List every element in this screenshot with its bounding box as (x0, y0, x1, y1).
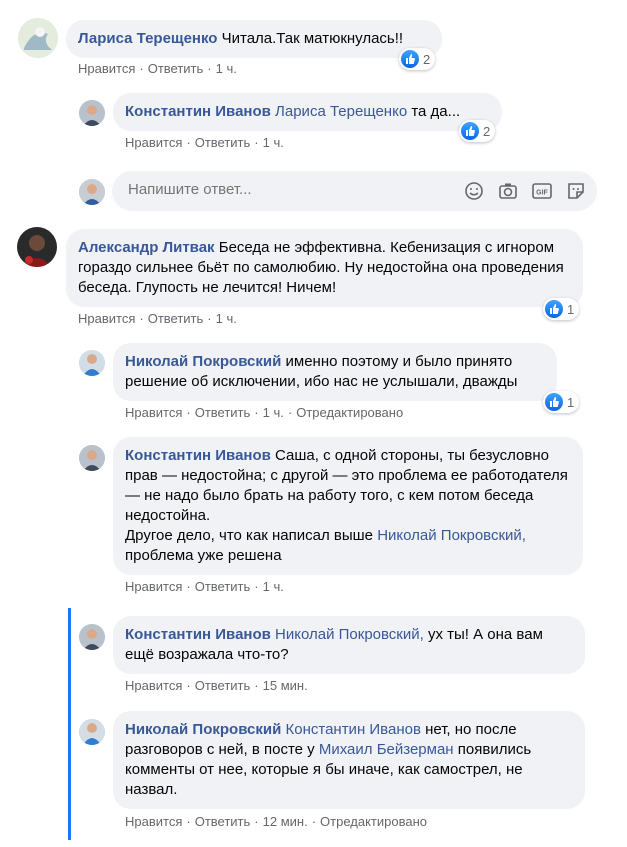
avatar[interactable] (79, 445, 105, 471)
gif-icon[interactable]: GIF (531, 180, 553, 202)
avatar[interactable] (79, 624, 105, 650)
edited-label[interactable]: Отредактировано (320, 814, 427, 829)
comment-text: Другое дело, что как написал выше (125, 527, 374, 544)
comment-bubble: Александр Литвак Беседа не эффективна. К… (66, 229, 583, 307)
timestamp[interactable]: 12 мин. (263, 814, 308, 829)
mention-link[interactable]: Николай Покровский, (275, 626, 424, 643)
like-icon (545, 393, 563, 411)
comment-meta: Нравится · Ответить · 1 ч. (78, 311, 237, 326)
reply-box: GIF (112, 171, 597, 211)
comment-meta: Нравится · Ответить · 1 ч. (125, 135, 284, 150)
reaction-number: 1 (567, 301, 575, 317)
timestamp[interactable]: 1 ч. (216, 311, 237, 326)
reply-link[interactable]: Ответить (195, 678, 251, 693)
comment-author[interactable]: Константин Иванов (125, 447, 271, 464)
comment-meta: Нравится · Ответить · 1 ч. · Отредактировано (125, 405, 404, 420)
comment-bubble: Константин Иванов Николай Покровский, ух… (113, 616, 585, 674)
comment-author[interactable]: Лариса Терещенко (78, 30, 217, 47)
comment-bubble: Николай Покровский Константин Иванов нет… (113, 711, 585, 809)
comment-bubble: Лариса Терещенко Читала.Так матюкнулась!… (66, 20, 442, 58)
timestamp[interactable]: 1 ч. (263, 135, 284, 150)
comment-author[interactable]: Александр Литвак (78, 239, 215, 256)
comment-author[interactable]: Константин Иванов (125, 626, 271, 643)
camera-icon[interactable] (497, 180, 519, 202)
reply-toolbar: GIF (463, 180, 587, 202)
reply-link[interactable]: Ответить (195, 579, 251, 594)
reaction-number: 2 (483, 123, 491, 139)
like-icon (545, 300, 563, 318)
like-link[interactable]: Нравится (125, 135, 182, 150)
comment-meta: Нравится · Ответить · 12 мин. · Отредактирован… (125, 814, 428, 829)
comment-bubble: Константин Иванов Саша, с одной стороны,… (113, 437, 583, 575)
comment-text: Читала.Так матюкнулась!! (221, 30, 404, 47)
avatar (79, 179, 105, 205)
svg-text:GIF: GIF (536, 190, 548, 197)
like-link[interactable]: Нравится (78, 311, 135, 326)
like-link[interactable]: Нравится (125, 579, 182, 594)
reply-link[interactable]: Ответить (195, 135, 251, 150)
reply-link[interactable]: Ответить (148, 311, 204, 326)
avatar[interactable] (18, 18, 58, 58)
comment-meta: Нравится · Ответить · 15 мин. (125, 678, 308, 693)
avatar[interactable] (79, 350, 105, 376)
reaction-count[interactable]: 2 (399, 48, 436, 70)
timestamp[interactable]: 15 мин. (263, 678, 308, 693)
reaction-number: 2 (423, 51, 431, 67)
reaction-count[interactable]: 1 (543, 391, 580, 413)
avatar[interactable] (17, 227, 57, 267)
comment-meta: Нравится · Ответить · 1 ч. (125, 579, 284, 594)
like-icon (401, 50, 419, 68)
emoji-icon[interactable] (463, 180, 485, 202)
comment-author[interactable]: Николай Покровский (125, 721, 281, 738)
like-icon (461, 122, 479, 140)
timestamp[interactable]: 1 ч. (216, 61, 237, 76)
reply-link[interactable]: Ответить (195, 814, 251, 829)
like-link[interactable]: Нравится (125, 405, 182, 420)
mention-link[interactable]: Михаил Бейзерман (319, 741, 454, 758)
avatar[interactable] (79, 719, 105, 745)
like-link[interactable]: Нравится (125, 814, 182, 829)
comment-text: проблема уже решена (125, 547, 282, 564)
reply-link[interactable]: Ответить (195, 405, 251, 420)
timestamp[interactable]: 1 ч. (263, 405, 284, 420)
like-link[interactable]: Нравится (125, 678, 182, 693)
reaction-number: 1 (567, 394, 575, 410)
comment-bubble: Константин Иванов Лариса Терещенко та да… (113, 93, 502, 131)
comment-bubble: Николай Покровский именно поэтому и было… (113, 343, 557, 401)
reaction-count[interactable]: 2 (459, 120, 496, 142)
mention-link[interactable]: Константин Иванов (286, 721, 421, 738)
reply-link[interactable]: Ответить (148, 61, 204, 76)
reaction-count[interactable]: 1 (543, 298, 580, 320)
mention-link[interactable]: Николай Покровский, (377, 527, 526, 544)
thread-highlight-line (68, 608, 71, 840)
comment-author[interactable]: Николай Покровский (125, 353, 281, 370)
reply-input[interactable] (128, 181, 448, 198)
comment-text: та да... (411, 103, 461, 120)
sticker-icon[interactable] (565, 180, 587, 202)
comment-author[interactable]: Константин Иванов (125, 103, 271, 120)
timestamp[interactable]: 1 ч. (263, 579, 284, 594)
mention-link[interactable]: Лариса Терещенко (275, 103, 407, 120)
comment-meta: Нравится · Ответить · 1 ч. (78, 61, 237, 76)
avatar[interactable] (79, 100, 105, 126)
edited-label[interactable]: Отредактировано (296, 405, 403, 420)
like-link[interactable]: Нравится (78, 61, 135, 76)
